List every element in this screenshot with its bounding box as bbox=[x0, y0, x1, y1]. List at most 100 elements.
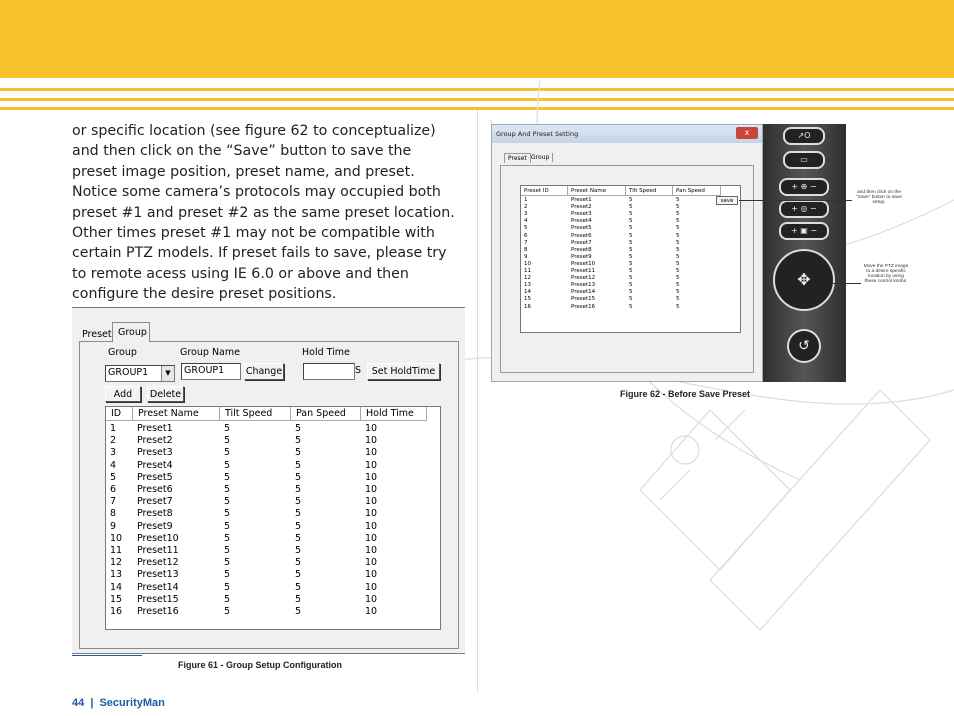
table-row[interactable]: 15 Preset15 5 5 10 bbox=[106, 594, 436, 606]
table-cell: 5 bbox=[295, 459, 302, 471]
table-cell: 5 bbox=[295, 581, 302, 593]
focus-icon[interactable]: + ◎ − bbox=[779, 200, 829, 218]
table-cell: 12 bbox=[110, 557, 123, 569]
table-row[interactable]: 13 Preset13 5 5 10 bbox=[106, 569, 436, 581]
group-setup-dialog: Preset Group Group Group Name Hold Time … bbox=[72, 307, 465, 654]
column-header-preset-id[interactable]: Preset ID bbox=[521, 186, 568, 196]
table-cell: 5 bbox=[295, 447, 302, 459]
close-icon[interactable]: x bbox=[736, 127, 758, 139]
exit-icon[interactable]: ↗O bbox=[783, 127, 825, 145]
table-cell: 11 bbox=[110, 545, 123, 556]
table-cell: 15 bbox=[110, 593, 123, 605]
table-cell: Preset7 bbox=[137, 496, 173, 508]
table-cell: 5 bbox=[295, 435, 302, 447]
column-header-pan-speed[interactable]: Pan Speed bbox=[291, 407, 361, 421]
table-row[interactable]: 6 Preset6 5 5 10 bbox=[106, 484, 436, 496]
table-cell: 5 bbox=[295, 423, 302, 434]
table-cell: 5 bbox=[224, 606, 231, 617]
hold-time-input[interactable] bbox=[303, 363, 355, 380]
table-cell: 5 bbox=[295, 606, 302, 617]
table-cell: 10 bbox=[365, 606, 378, 617]
table-cell: Preset6 bbox=[137, 484, 173, 495]
group-select-value: GROUP1 bbox=[108, 367, 149, 378]
table-row[interactable]: 4 Preset4 5 5 10 bbox=[106, 460, 436, 472]
table-cell: 5 bbox=[224, 459, 231, 471]
save-annotation: and then click on the "Save" button to s… bbox=[856, 190, 902, 205]
table-cell: 5 bbox=[676, 303, 680, 310]
preset-setting-screenshot: Group And Preset Setting x Preset Group … bbox=[491, 124, 846, 382]
table-row[interactable]: 2 Preset2 5 5 10 bbox=[106, 435, 436, 447]
table-cell: 1 bbox=[110, 423, 117, 434]
zoom-icon[interactable]: + ⊕ − bbox=[779, 178, 829, 196]
table-cell: 5 bbox=[224, 484, 231, 495]
tab-group[interactable]: Group bbox=[528, 153, 554, 162]
table-cell: 14 bbox=[110, 581, 123, 593]
table-cell: 10 bbox=[365, 435, 378, 447]
table-cell: Preset1 bbox=[137, 423, 173, 434]
table-row[interactable]: 9 Preset9 5 5 10 bbox=[106, 521, 436, 533]
column-header-hold-time[interactable]: Hold Time bbox=[361, 407, 427, 421]
table-cell: 10 bbox=[365, 459, 378, 471]
tab-preset[interactable]: Preset bbox=[82, 329, 112, 340]
table-cell: 10 bbox=[365, 520, 378, 532]
table-cell: Preset4 bbox=[137, 459, 173, 471]
ptz-annotation-line bbox=[833, 283, 861, 284]
monitor-icon[interactable]: ▭ bbox=[783, 151, 825, 169]
table-cell: 5 bbox=[224, 496, 231, 508]
table-row[interactable]: 16 Preset16 5 5 bbox=[521, 303, 721, 311]
table-row[interactable]: 11 Preset11 5 5 10 bbox=[106, 545, 436, 557]
brand-name: SecurityMan bbox=[99, 697, 165, 709]
window-title-text: Group And Preset Setting bbox=[496, 130, 579, 138]
table-cell: 16 bbox=[110, 606, 123, 617]
group-label: Group bbox=[108, 347, 137, 358]
table-cell: 3 bbox=[110, 447, 117, 459]
table-row[interactable]: 5 Preset5 5 5 10 bbox=[106, 472, 436, 484]
table-row[interactable]: 12 Preset12 5 5 10 bbox=[106, 557, 436, 569]
iris-icon[interactable]: + ▣ − bbox=[779, 222, 829, 240]
table-cell: Preset8 bbox=[137, 508, 173, 520]
table-cell: Preset15 bbox=[137, 593, 179, 605]
group-select[interactable]: GROUP1 ▼ bbox=[105, 365, 175, 382]
table-row[interactable]: 14 Preset14 5 5 10 bbox=[106, 582, 436, 594]
table-cell: Preset12 bbox=[137, 557, 179, 569]
add-button[interactable]: Add bbox=[105, 386, 141, 402]
hold-time-label: Hold Time bbox=[302, 347, 350, 358]
preset-list-table[interactable]: ID Preset Name Tilt Speed Pan Speed Hold… bbox=[105, 406, 441, 630]
table-cell: Preset13 bbox=[137, 569, 179, 581]
column-header-preset-name[interactable]: Preset Name bbox=[568, 186, 626, 196]
table-cell: Preset3 bbox=[137, 447, 173, 459]
ptz-annotation: Move the PTZ image to a desire specific … bbox=[863, 264, 909, 284]
table-row[interactable]: 10 Preset10 5 5 10 bbox=[106, 533, 436, 545]
table-cell: 10 bbox=[365, 471, 378, 483]
table-cell: 5 bbox=[224, 508, 231, 520]
change-button[interactable]: Change bbox=[244, 363, 284, 380]
table-cell: Preset9 bbox=[137, 520, 173, 532]
column-header-tilt-speed[interactable]: Tilt Speed bbox=[626, 186, 673, 196]
column-header-id[interactable]: ID bbox=[106, 407, 133, 421]
preset-id-table[interactable]: Preset ID Preset Name Tilt Speed Pan Spe… bbox=[520, 185, 741, 333]
return-icon[interactable]: ↺ bbox=[787, 329, 821, 363]
table-cell: Preset16 bbox=[137, 606, 179, 617]
table-cell: Preset11 bbox=[137, 545, 179, 556]
table-cell: 5 bbox=[295, 557, 302, 569]
save-button[interactable]: save bbox=[716, 196, 738, 205]
table-row[interactable]: 8 Preset8 5 5 10 bbox=[106, 508, 436, 520]
tab-preset[interactable]: Preset bbox=[504, 153, 531, 163]
table-row[interactable]: 1 Preset1 5 5 10 bbox=[106, 423, 436, 435]
table-cell: Preset16 bbox=[571, 303, 596, 310]
table-cell: 16 bbox=[524, 303, 531, 310]
column-header-preset-name[interactable]: Preset Name bbox=[133, 407, 220, 421]
table-row[interactable]: 16 Preset16 5 5 10 bbox=[106, 606, 436, 618]
table-cell: 5 bbox=[295, 593, 302, 605]
group-name-input[interactable]: GROUP1 bbox=[181, 363, 241, 380]
delete-button[interactable]: Delete bbox=[147, 386, 184, 402]
group-and-preset-window: Group And Preset Setting x Preset Group … bbox=[491, 124, 763, 382]
direction-pad-icon[interactable]: ✥ bbox=[773, 249, 835, 311]
set-hold-time-button[interactable]: Set HoldTime bbox=[367, 363, 440, 380]
table-row[interactable]: 7 Preset7 5 5 10 bbox=[106, 496, 436, 508]
chevron-down-icon: ▼ bbox=[161, 366, 174, 381]
column-header-pan-speed[interactable]: Pan Speed bbox=[673, 186, 721, 196]
tab-group[interactable]: Group bbox=[112, 322, 150, 342]
table-row[interactable]: 3 Preset3 5 5 10 bbox=[106, 447, 436, 459]
column-header-tilt-speed[interactable]: Tilt Speed bbox=[220, 407, 291, 421]
